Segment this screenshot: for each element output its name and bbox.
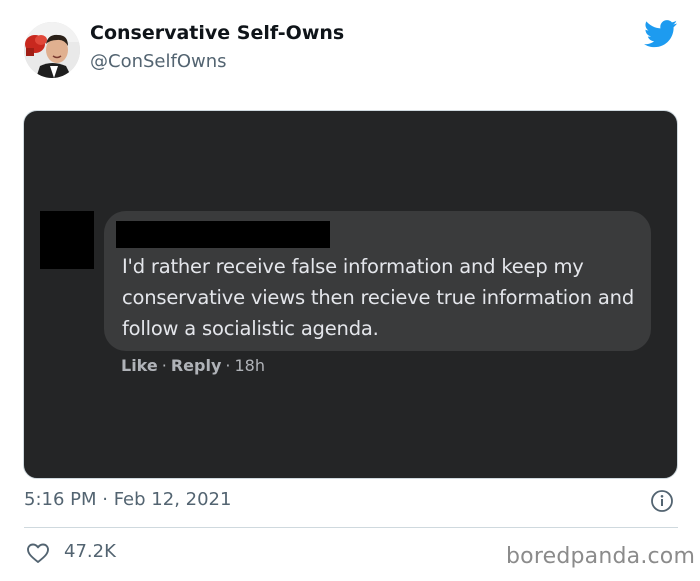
reply-action: Reply: [170, 356, 222, 375]
twitter-bird-icon[interactable]: [644, 20, 678, 48]
comment-time: 18h: [234, 356, 265, 375]
heart-icon[interactable]: [26, 541, 50, 565]
author-display-name[interactable]: Conservative Self-Owns: [90, 22, 344, 44]
info-icon[interactable]: [650, 489, 674, 513]
like-count[interactable]: 47.2K: [64, 541, 116, 562]
divider: [24, 527, 678, 528]
redacted-profile-picture: [40, 211, 94, 269]
person-boxing-glove-avatar: [24, 22, 80, 78]
action-separator: ·: [161, 356, 167, 375]
embedded-screenshot[interactable]: I'd rather receive false information and…: [23, 110, 678, 479]
tweet-header: Conservative Self-Owns @ConSelfOwns: [0, 0, 700, 100]
like-action: Like: [121, 356, 158, 375]
comment-bubble: I'd rather receive false information and…: [104, 211, 651, 351]
author-avatar[interactable]: [24, 22, 80, 78]
comment-text: I'd rather receive false information and…: [122, 255, 634, 340]
comment-actions: Like · Reply · 18h: [121, 356, 265, 375]
action-separator: ·: [225, 356, 231, 375]
redacted-commenter-name: [116, 221, 330, 248]
author-handle[interactable]: @ConSelfOwns: [90, 51, 227, 72]
tweet-timestamp[interactable]: 5:16 PM · Feb 12, 2021: [24, 489, 231, 510]
watermark: boredpanda.com: [506, 544, 696, 569]
